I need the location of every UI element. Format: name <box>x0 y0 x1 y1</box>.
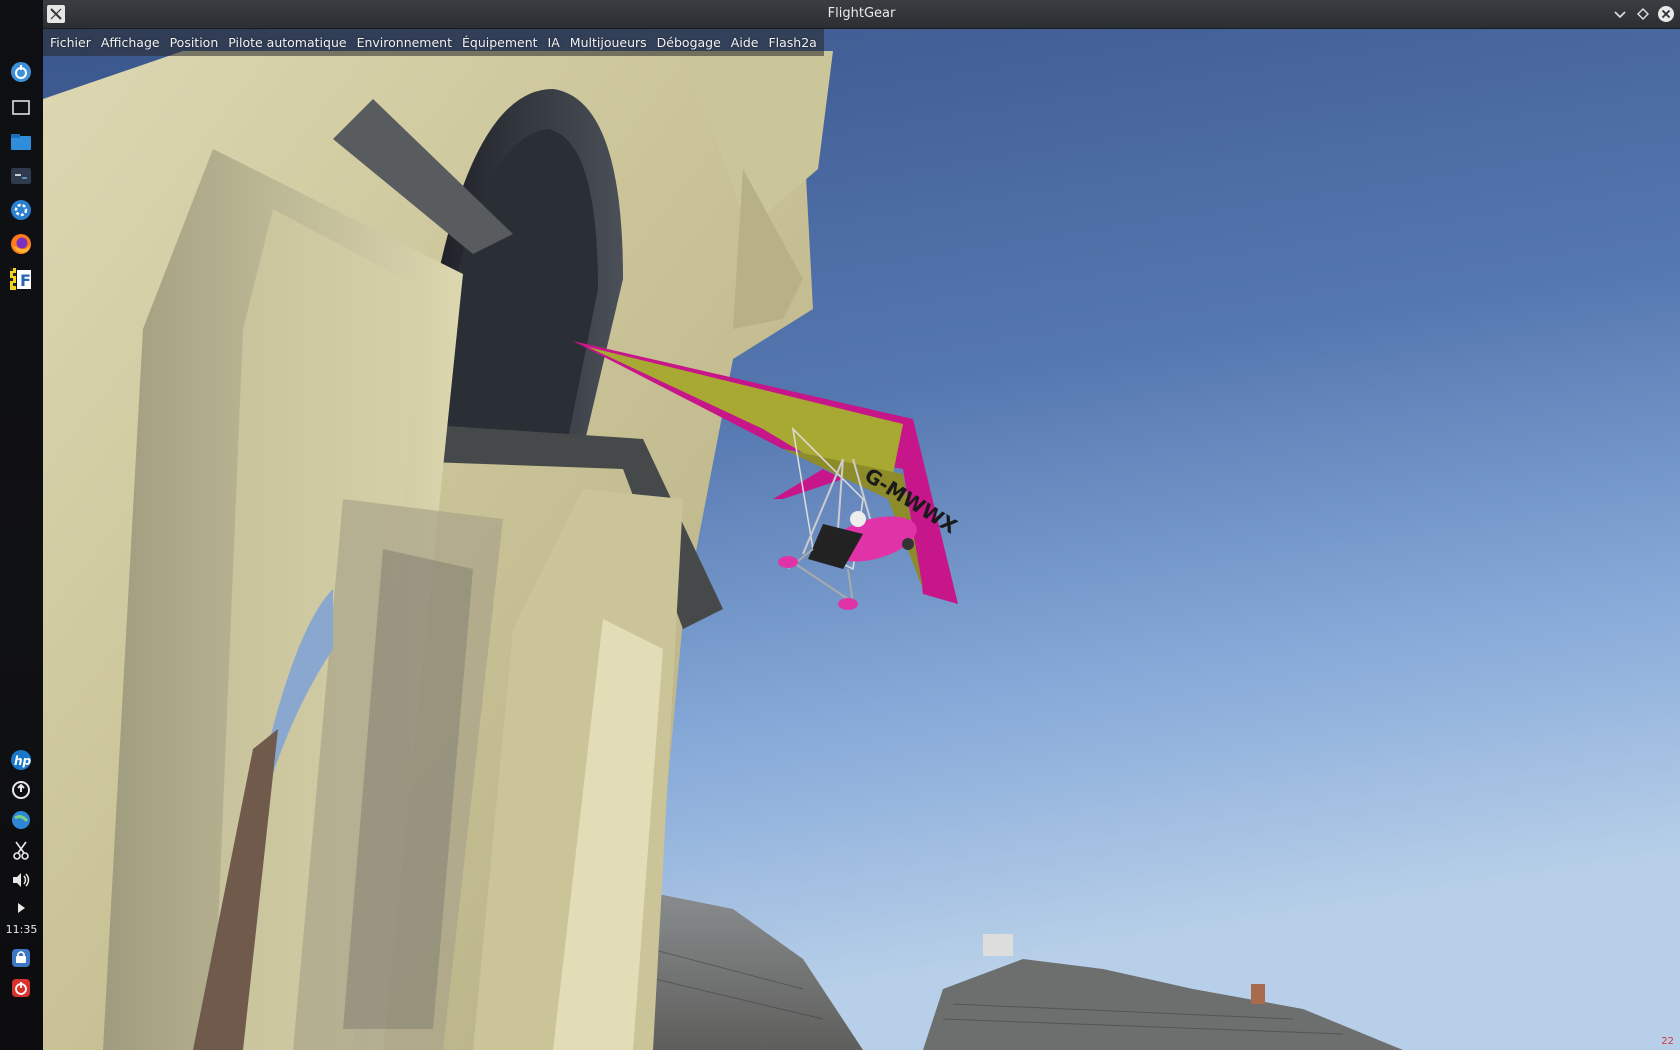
menu-debogage[interactable]: Débogage <box>652 29 726 56</box>
chevron-down-icon <box>1614 11 1626 19</box>
menu-environnement[interactable]: Environnement <box>352 29 457 56</box>
svg-text:hp: hp <box>14 754 32 768</box>
window-title: FlightGear <box>827 6 896 21</box>
menu-fichier[interactable]: Fichier <box>45 29 96 56</box>
menu-ia[interactable]: IA <box>543 29 565 56</box>
flightgear-icon[interactable]: F <box>7 264 35 292</box>
menu-position[interactable]: Position <box>165 29 224 56</box>
network-icon[interactable] <box>7 806 35 834</box>
power-icon[interactable] <box>7 974 35 1002</box>
arrow-icon[interactable] <box>7 894 35 922</box>
clock[interactable]: 11:35 <box>0 923 43 936</box>
svg-text:F: F <box>20 271 31 290</box>
menu-icon[interactable] <box>7 58 35 86</box>
diamond-icon <box>1637 8 1649 20</box>
menu-pilote-automatique[interactable]: Pilote automatique <box>223 29 351 56</box>
menu-equipement[interactable]: Équipement <box>457 29 543 56</box>
firefox-icon[interactable] <box>7 230 35 258</box>
desktop-icon[interactable] <box>7 94 35 122</box>
close-button[interactable] <box>1656 4 1676 24</box>
flightgear-window: FlightGear G-MWWX Fichier Affichage Posi… <box>43 0 1680 1050</box>
menu-flash2a[interactable]: Flash2a <box>763 29 821 56</box>
title-bar[interactable]: FlightGear <box>43 0 1680 29</box>
menu-affichage[interactable]: Affichage <box>96 29 165 56</box>
hp-icon[interactable]: hp <box>7 746 35 774</box>
maximize-button[interactable] <box>1633 4 1653 24</box>
scissors-icon[interactable] <box>7 836 35 864</box>
lock-icon[interactable] <box>7 944 35 972</box>
settings-icon[interactable] <box>7 196 35 224</box>
minimize-button[interactable] <box>1610 4 1630 24</box>
update-icon[interactable] <box>7 776 35 804</box>
menu-bar: Fichier Affichage Position Pilote automa… <box>43 29 824 56</box>
menu-multijoueurs[interactable]: Multijoueurs <box>565 29 652 56</box>
file-manager-icon[interactable] <box>7 128 35 156</box>
menu-aide[interactable]: Aide <box>726 29 764 56</box>
close-icon <box>1658 6 1674 22</box>
volume-icon[interactable] <box>7 866 35 894</box>
taskbar: F hp 11:35 <box>0 0 43 1050</box>
frame-rate-counter: 22 <box>1661 1036 1674 1047</box>
3d-scene-viewport[interactable]: G-MWWX <box>43 29 1680 1050</box>
terminal-icon[interactable] <box>7 162 35 190</box>
